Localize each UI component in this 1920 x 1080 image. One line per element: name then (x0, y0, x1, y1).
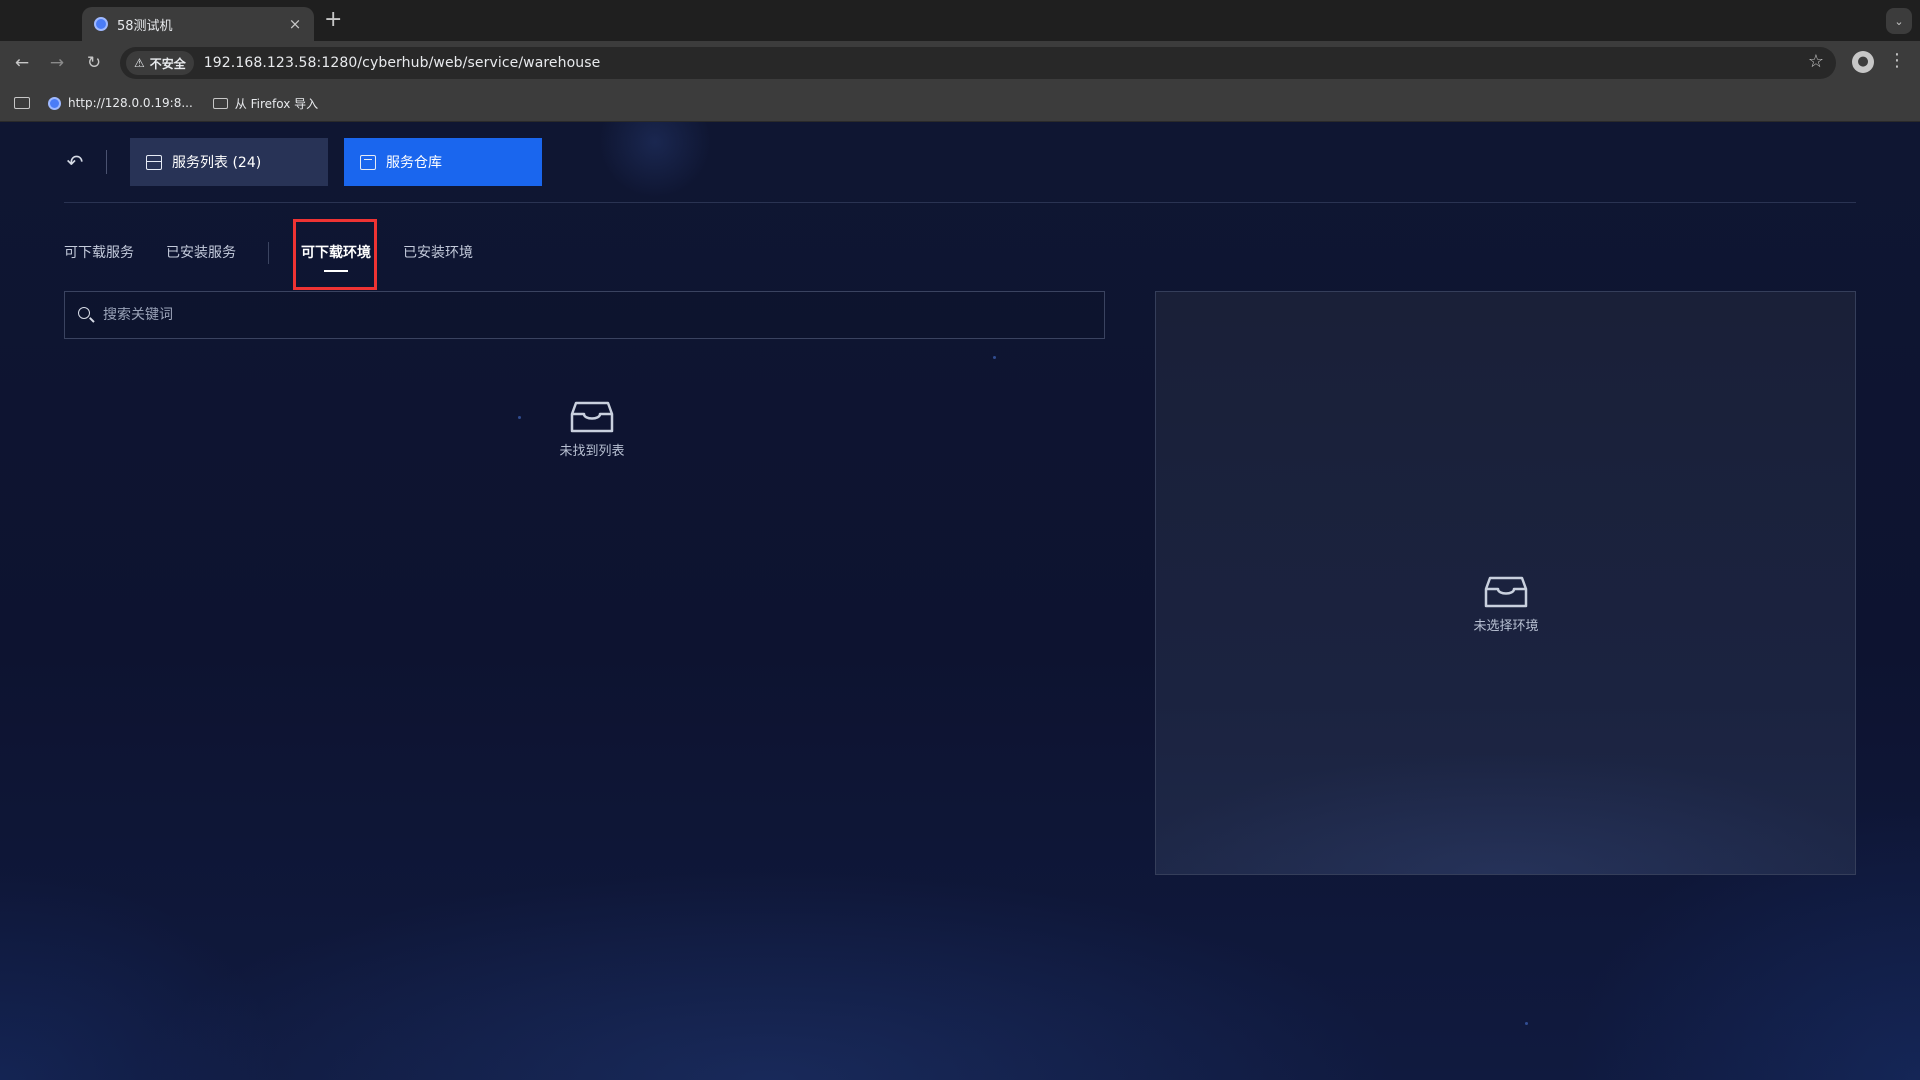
empty-inbox-icon (570, 401, 614, 433)
browser-toolbar: ← → ↻ ⚠ 不安全 192.168.123.58:1280/cyberhub… (0, 41, 1920, 85)
server-list-icon (146, 154, 162, 170)
search-icon (77, 306, 95, 324)
forward-arrow-icon[interactable]: → (45, 51, 69, 75)
top-bar: ↶ 服务列表 (24) 服务仓库 (64, 138, 558, 186)
tab-search-chevron-icon[interactable]: ⌄ (1886, 8, 1912, 34)
tab-close-icon[interactable]: × (286, 15, 304, 33)
security-label: 不安全 (149, 56, 186, 71)
detail-empty-state: 未选择环境 (1456, 575, 1556, 634)
service-warehouse-label: 服务仓库 (386, 155, 442, 171)
search-field[interactable] (64, 291, 1105, 339)
warehouse-subtabs: 可下载服务 已安装服务 可下载环境 已安装环境 (64, 238, 473, 282)
tab-downloadable-environments[interactable]: 可下载环境 (301, 238, 371, 278)
tab-downloadable-services[interactable]: 可下载服务 (64, 238, 134, 278)
address-bar[interactable]: ⚠ 不安全 192.168.123.58:1280/cyberhub/web/s… (120, 47, 1836, 79)
back-arrow-icon[interactable]: ← (10, 51, 34, 75)
tab-separator (268, 242, 269, 264)
service-list-label: 服务列表 (24) (172, 155, 262, 171)
security-indicator[interactable]: ⚠ 不安全 (126, 51, 194, 75)
service-warehouse-button[interactable]: 服务仓库 (344, 138, 542, 186)
service-list-button[interactable]: 服务列表 (24) (130, 138, 328, 186)
warehouse-icon (360, 154, 376, 170)
empty-inbox-icon (1484, 576, 1528, 608)
browser-menu-icon[interactable]: ⋮ (1888, 50, 1906, 71)
site-favicon-icon (94, 17, 108, 31)
bookmark-folder[interactable]: 从 Firefox 导入 (212, 95, 319, 112)
browser-tab[interactable]: 58测试机 × (82, 7, 314, 41)
decorative-dot (1525, 1022, 1528, 1025)
search-input[interactable] (103, 307, 1063, 323)
folder-icon (212, 97, 228, 109)
app-main: ↶ 服务列表 (24) 服务仓库 可下载服务 已安装服务 可下载环境 已安装环境 (0, 122, 1920, 1080)
tab-installed-environments[interactable]: 已安装环境 (403, 238, 473, 278)
profile-avatar-icon[interactable]: ● (1852, 51, 1874, 73)
tab-title: 58测试机 (117, 18, 173, 34)
browser-tabstrip: 58测试机 × + ⌄ (0, 0, 1920, 41)
divider (106, 150, 107, 174)
bookmark-star-icon[interactable]: ☆ (1808, 51, 1824, 72)
detail-empty-text: 未选择环境 (1473, 619, 1539, 634)
decorative-dot (993, 356, 996, 359)
reload-icon[interactable]: ↻ (82, 51, 106, 75)
bookmarks-bar: http://128.0.0.19:8... 从 Firefox 导入 (0, 85, 1920, 122)
bookmark-label: http://128.0.0.19:8... (68, 96, 193, 110)
decorative-dot (518, 416, 521, 419)
apps-folder-icon[interactable] (14, 97, 30, 109)
undo-back-icon[interactable]: ↶ (64, 151, 86, 173)
bookmark-favicon-icon (48, 96, 61, 110)
url-text[interactable]: 192.168.123.58:1280/cyberhub/web/service… (204, 55, 601, 71)
tab-installed-services[interactable]: 已安装服务 (166, 238, 236, 278)
bookmark-item[interactable]: http://128.0.0.19:8... (48, 96, 193, 110)
list-empty-text: 未找到列表 (559, 444, 625, 459)
header-divider (64, 202, 1856, 203)
bookmark-folder-label: 从 Firefox 导入 (234, 96, 319, 111)
warning-triangle-icon: ⚠ (134, 56, 145, 70)
new-tab-button[interactable]: + (324, 8, 342, 32)
list-empty-state: 未找到列表 (542, 400, 642, 459)
